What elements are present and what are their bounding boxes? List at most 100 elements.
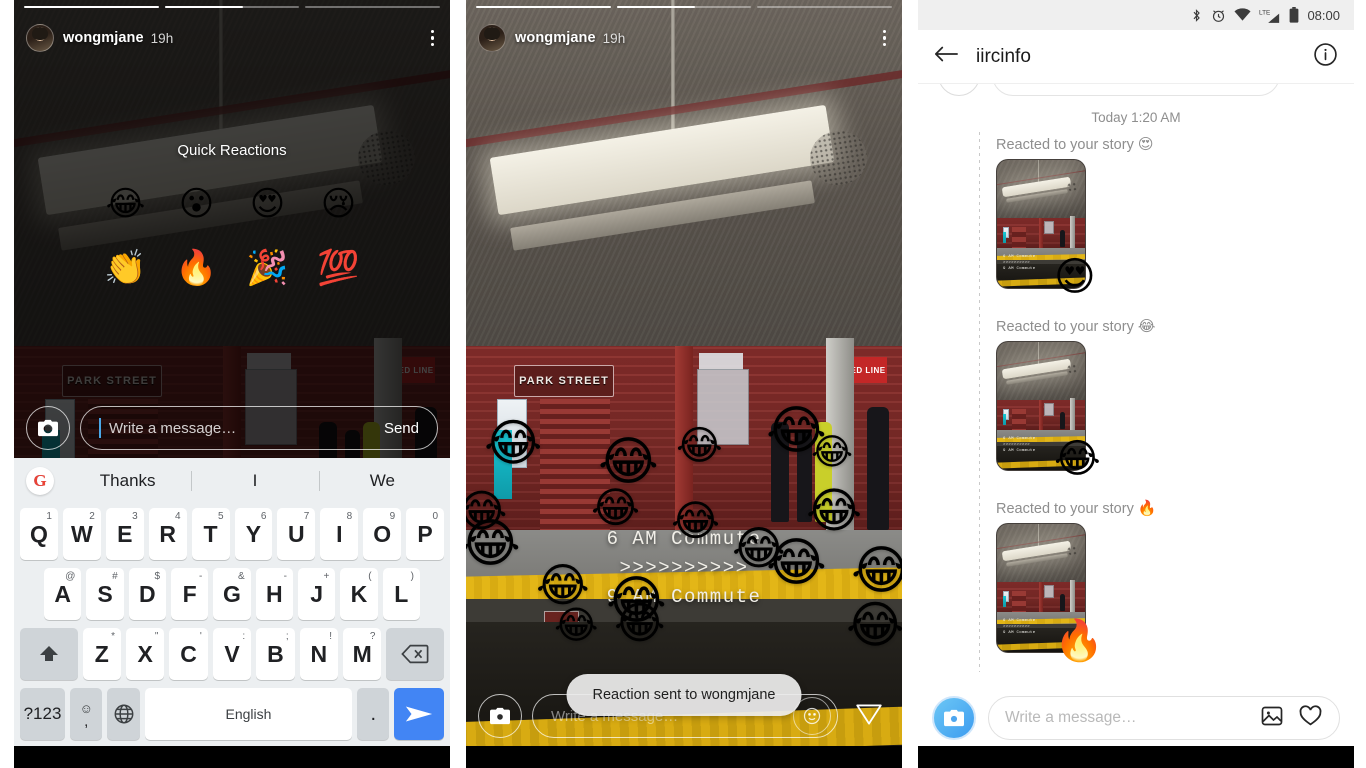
flood-emoji: 😂 (598, 432, 659, 492)
message-input-field[interactable]: Write a message… (988, 696, 1340, 740)
key-d[interactable]: D $ (128, 568, 166, 620)
reaction-label: Reacted to your story 🔥 (996, 499, 1157, 517)
key-c[interactable]: C ' (169, 628, 208, 680)
story-message-bar: Write a message… Send (14, 398, 450, 458)
key-k[interactable]: K( (340, 568, 378, 620)
flood-emoji: 😂 (806, 483, 863, 539)
progress-segment (305, 6, 441, 8)
reaction-face-with-tears-of-joy[interactable]: 😂 (90, 187, 161, 221)
flood-emoji: 😂 (466, 486, 508, 537)
key-m[interactable]: M? (343, 628, 382, 680)
reaction-emoji-overlay: 😂 (1054, 436, 1101, 482)
story-timestamp: 19h (602, 30, 626, 46)
info-icon[interactable] (1313, 42, 1338, 72)
send-paper-plane-icon[interactable] (394, 688, 444, 740)
photo-gallery-icon[interactable] (1260, 704, 1284, 733)
key-i[interactable]: I8 (320, 508, 359, 560)
key-l[interactable]: L) (382, 568, 420, 620)
flood-emoji: 😂 (766, 533, 827, 593)
shift-arrow-icon[interactable] (19, 628, 78, 680)
thumbnail-caption: 6 AM Commute >>>>>>>>>> 9 AM Commute (1003, 255, 1036, 271)
battery-icon (1289, 7, 1299, 23)
heart-icon[interactable] (1298, 703, 1323, 733)
reaction-crying-face[interactable]: 😢 (303, 187, 374, 221)
flood-emoji: 😂 (851, 541, 902, 601)
key-v[interactable]: V: (212, 628, 252, 680)
story-username[interactable]: wongmjane (63, 30, 144, 46)
key-p[interactable]: P0 (406, 508, 445, 560)
bluetooth-icon (1190, 8, 1203, 23)
panel-story-quick-reactions: PARK STREET RED LINE wongmjane 19h (14, 0, 450, 768)
toast-reaction-sent: Reaction sent to wongmjane (566, 674, 802, 716)
avatar[interactable] (478, 24, 506, 52)
screenshot-stage: PARK STREET RED LINE wongmjane 19h (0, 0, 1366, 768)
kebab-menu-icon[interactable] (879, 26, 891, 51)
reaction-label: Reacted to your story 😂 (996, 317, 1156, 335)
emoji-comma-key[interactable]: ☺ , (70, 688, 103, 740)
park-street-sign: PARK STREET (513, 364, 615, 398)
key-w[interactable]: W2 (62, 508, 101, 560)
key-b[interactable]: B; (256, 628, 295, 680)
spacebar[interactable]: English (144, 688, 353, 740)
reaction-hundred-points[interactable]: 💯 (303, 251, 374, 285)
key-a[interactable]: A @ (44, 568, 82, 620)
progress-segment (164, 6, 300, 8)
key-f[interactable]: F- (171, 568, 209, 620)
reaction-face-with-open-mouth[interactable]: 😮 (161, 187, 232, 221)
period-key[interactable]: . (357, 688, 390, 740)
direct-send-icon[interactable] (848, 699, 890, 734)
android-status-bar: LTE 08:00 (918, 0, 1354, 30)
quick-reactions-grid: 😂 😮 😍 😢 👏 🔥 🎉 💯 (14, 187, 450, 285)
key-x[interactable]: X " (125, 628, 165, 680)
key-o[interactable]: O9 (363, 508, 402, 560)
reaction-smiling-face-with-heart-eyes[interactable]: 😍 (232, 187, 303, 221)
caption-line-2: 9 AM Commute (606, 586, 762, 608)
list-item[interactable]: Reacted to your story 😍 6 AM Commute >>>… (918, 135, 1354, 300)
dm-message-bar: Write a message… (918, 690, 1354, 746)
key-j[interactable]: J + (297, 568, 336, 620)
key-e[interactable]: E3 (105, 508, 144, 560)
google-logo-icon[interactable]: G (26, 467, 54, 495)
caption-line-1: >>>>>>>>>> (619, 557, 749, 579)
list-item[interactable]: Reacted to your story 😂 6 AM Commute >>>… (918, 317, 1354, 482)
kebab-menu-icon[interactable] (427, 26, 439, 51)
list-item[interactable]: Reacted to your story 🔥 6 AM Commute >>>… (918, 499, 1354, 661)
suggestion-0[interactable]: Thanks (64, 471, 191, 491)
key-s[interactable]: S # (86, 568, 124, 620)
reaction-emoji-overlay: 😍 (1054, 254, 1096, 300)
face-with-tears-of-joy-icon: 😂 (1137, 317, 1156, 335)
key-q[interactable]: Q1 (19, 508, 58, 560)
language-globe-icon[interactable] (107, 688, 140, 740)
fire-icon: 🔥 (1137, 499, 1157, 517)
suggestion-2[interactable]: We (319, 471, 446, 491)
avatar[interactable] (26, 24, 54, 52)
message-placeholder: Write a message… (109, 419, 237, 437)
camera-icon[interactable] (932, 696, 976, 740)
back-arrow-icon[interactable] (934, 44, 958, 69)
key-r[interactable]: R4 (148, 508, 187, 560)
reaction-fire[interactable]: 🔥 (161, 251, 232, 285)
key-g[interactable]: G & (213, 568, 251, 620)
suggestion-1[interactable]: I (191, 471, 318, 491)
flood-emoji: 😂 (536, 558, 590, 612)
message-input-field[interactable]: Write a message… Send (80, 406, 438, 450)
story-username[interactable]: wongmjane (515, 30, 596, 46)
key-u[interactable]: U7 (277, 508, 316, 560)
reaction-party-popper[interactable]: 🎉 (232, 251, 303, 285)
story-photo-background: PARK STREET RED LINE (466, 0, 902, 768)
symbols-key[interactable]: ?123 (20, 688, 66, 740)
thumbnail-caption: 6 AM Commute >>>>>>>>>> 9 AM Commute (1003, 619, 1036, 635)
reaction-clapping-hands[interactable]: 👏 (90, 251, 161, 285)
alarm-icon (1211, 8, 1226, 23)
key-z[interactable]: Z * (82, 628, 121, 680)
key-t[interactable]: T5 (191, 508, 230, 560)
story-progress-bar (24, 6, 441, 9)
camera-icon[interactable] (26, 406, 70, 450)
send-button[interactable]: Send (384, 420, 419, 437)
key-y[interactable]: Y6 (234, 508, 273, 560)
key-n[interactable]: N! (299, 628, 339, 680)
camera-icon[interactable] (478, 694, 522, 738)
key-h[interactable]: H- (255, 568, 293, 620)
backspace-icon[interactable] (386, 628, 445, 680)
thumbnail-caption: 6 AM Commute >>>>>>>>>> 9 AM Commute (1003, 437, 1036, 453)
